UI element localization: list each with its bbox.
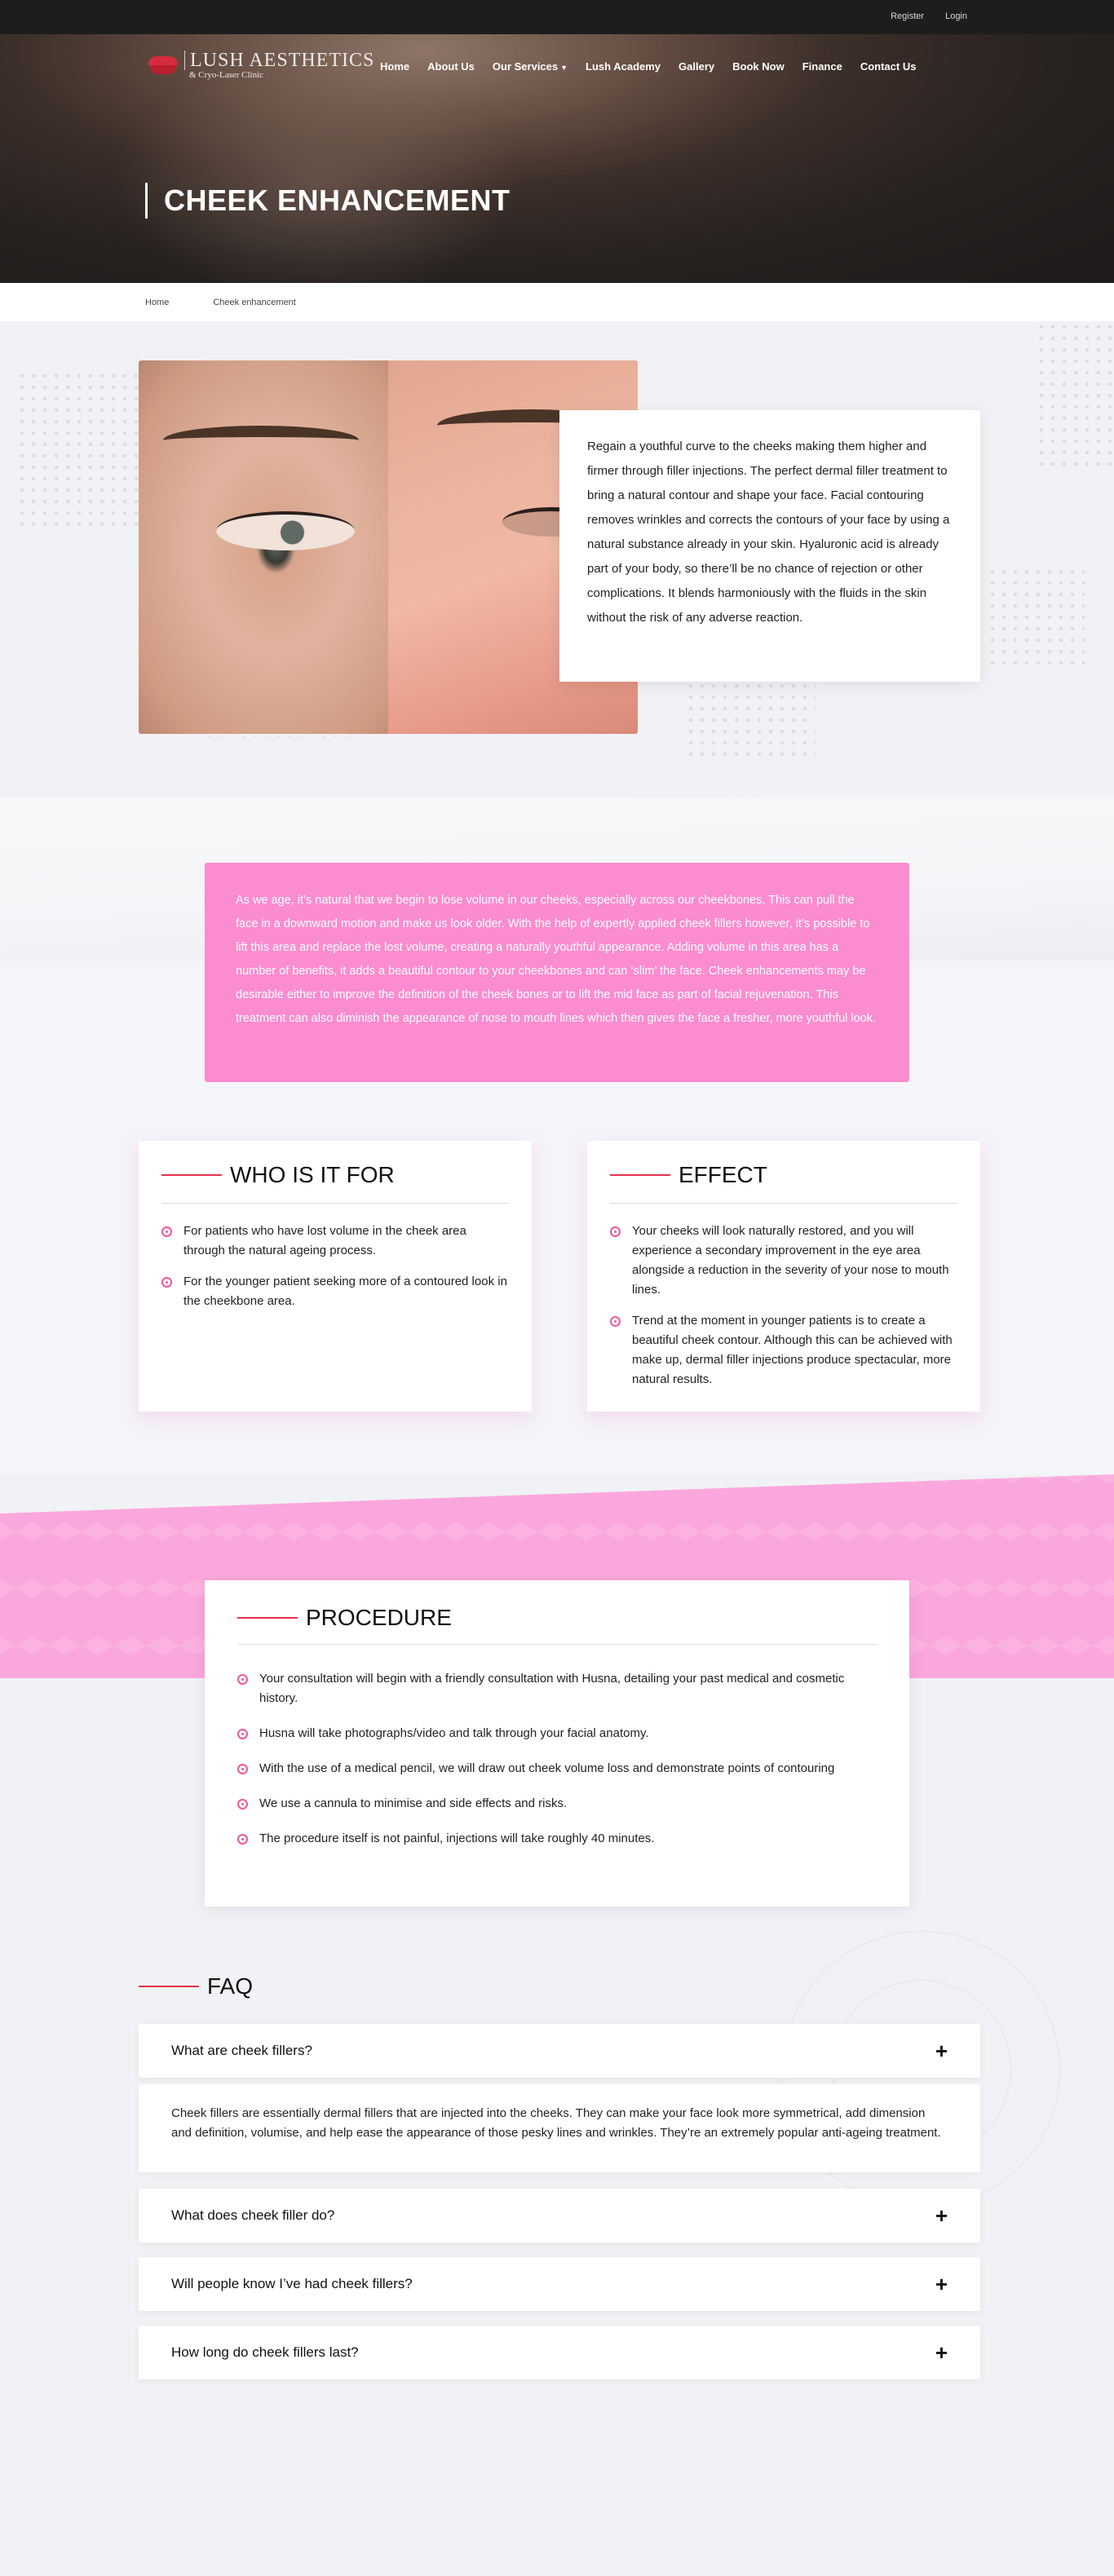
- list-item: For the younger patient seeking more of …: [161, 1272, 509, 1311]
- procedure-faq-section: PROCEDURE Your consultation will begin w…: [0, 1474, 1114, 2576]
- breadcrumb-home[interactable]: Home: [145, 298, 169, 307]
- nav-about-us[interactable]: About Us: [427, 60, 475, 73]
- nav-contact-us[interactable]: Contact Us: [860, 60, 917, 73]
- effect-list: Your cheeks will look naturally restored…: [610, 1222, 957, 1390]
- nav-lush-academy[interactable]: Lush Academy: [586, 60, 661, 73]
- plus-icon[interactable]: +: [935, 2040, 948, 2061]
- list-item: The procedure itself is not painful, inj…: [237, 1829, 877, 1849]
- plus-icon[interactable]: +: [935, 2273, 948, 2295]
- faq-answer-text: Cheek fillers are essentially dermal fil…: [171, 2106, 941, 2140]
- breadcrumb-current: Cheek enhancement: [213, 297, 296, 307]
- faq-item-what-does-cheek-filler-do[interactable]: What does cheek filler do? +: [139, 2189, 980, 2242]
- site-logo[interactable]: LUSH AESTHETICS & Cryo-Laser Clinic: [147, 51, 374, 80]
- procedure-list: Your consultation will begin with a frie…: [237, 1669, 877, 1849]
- dot-pattern-decoration: [987, 566, 1085, 672]
- nav-our-services-label: Our Services: [492, 60, 559, 73]
- info-section: As we age, it’s natural that we begin to…: [0, 798, 1114, 1474]
- logo-text: LUSH AESTHETICS & Cryo-Laser Clinic: [184, 51, 374, 80]
- intro-text-card: Regain a youthful curve to the cheeks ma…: [559, 410, 980, 682]
- faq-item-how-long-do-fillers-last[interactable]: How long do cheek fillers last? +: [139, 2326, 980, 2379]
- pink-info-text: As we age, it’s natural that we begin to…: [236, 894, 877, 1025]
- lips-logo-icon: [147, 55, 179, 76]
- divider: [161, 1203, 509, 1204]
- who-is-it-for-card: WHO IS IT FOR For patients who have lost…: [139, 1141, 532, 1412]
- dot-pattern-decoration: [16, 370, 155, 533]
- list-item: Trend at the moment in younger patients …: [610, 1311, 957, 1390]
- hero-banner: LUSH AESTHETICS & Cryo-Laser Clinic Home…: [0, 0, 1114, 283]
- divider: [237, 1644, 877, 1645]
- dot-pattern-decoration: [685, 680, 816, 762]
- who-is-it-for-heading: WHO IS IT FOR: [161, 1162, 509, 1188]
- list-item: With the use of a medical pencil, we wil…: [237, 1759, 877, 1778]
- procedure-card: PROCEDURE Your consultation will begin w…: [205, 1580, 909, 1907]
- list-item: Your consultation will begin with a frie…: [237, 1669, 877, 1708]
- list-item: Husna will take photographs/video and ta…: [237, 1724, 877, 1743]
- intro-text: Regain a youthful curve to the cheeks ma…: [587, 440, 950, 625]
- before-photo: [139, 360, 388, 734]
- faq-question: What does cheek filler do?: [171, 2207, 335, 2223]
- who-is-it-for-list: For patients who have lost volume in the…: [161, 1222, 509, 1311]
- procedure-heading: PROCEDURE: [237, 1605, 877, 1631]
- faq-answer: Cheek fillers are essentially dermal fil…: [139, 2084, 980, 2172]
- nav-our-services[interactable]: Our Services ▼: [493, 60, 568, 73]
- plus-icon[interactable]: +: [935, 2205, 948, 2226]
- nav-home[interactable]: Home: [380, 60, 409, 73]
- divider: [610, 1203, 957, 1204]
- intro-section: Regain a youthful curve to the cheeks ma…: [0, 321, 1114, 798]
- account-links: Register Login: [891, 11, 967, 21]
- faq-question: Will people know I’ve had cheek fillers?: [171, 2276, 413, 2291]
- faq-heading: FAQ: [139, 1973, 980, 1999]
- list-item: For patients who have lost volume in the…: [161, 1222, 509, 1261]
- main-nav: Home About Us Our Services ▼ Lush Academy…: [380, 60, 916, 73]
- pink-info-box: As we age, it’s natural that we begin to…: [205, 863, 909, 1082]
- faq-item-what-are-cheek-fillers[interactable]: What are cheek fillers? +: [139, 2024, 980, 2078]
- dot-pattern-decoration: [1036, 321, 1114, 468]
- faq-question: How long do cheek fillers last?: [171, 2344, 359, 2360]
- list-item: We use a cannula to minimise and side ef…: [237, 1794, 877, 1814]
- register-link[interactable]: Register: [891, 11, 924, 21]
- hero-overlay: [0, 0, 1114, 283]
- effect-heading: EFFECT: [610, 1162, 957, 1188]
- chevron-down-icon: ▼: [560, 64, 568, 72]
- logo-brand-name: LUSH AESTHETICS: [184, 51, 374, 70]
- effect-card: EFFECT Your cheeks will look naturally r…: [587, 1141, 980, 1412]
- page-title: CHEEK ENHANCEMENT: [145, 183, 511, 219]
- top-bar: Register Login: [0, 0, 1114, 34]
- faq-question: What are cheek fillers?: [171, 2043, 312, 2058]
- nav-finance[interactable]: Finance: [802, 60, 842, 73]
- nav-gallery[interactable]: Gallery: [679, 60, 714, 73]
- breadcrumb: Home Cheek enhancement: [0, 283, 1114, 321]
- nav-book-now[interactable]: Book Now: [732, 60, 785, 73]
- list-item: Your cheeks will look naturally restored…: [610, 1222, 957, 1300]
- faq-item-will-people-know[interactable]: Will people know I’ve had cheek fillers?…: [139, 2257, 980, 2311]
- logo-tagline: & Cryo-Laser Clinic: [189, 70, 264, 80]
- plus-icon[interactable]: +: [935, 2342, 948, 2363]
- login-link[interactable]: Login: [945, 11, 967, 21]
- faq-section: FAQ What are cheek fillers? + Cheek fill…: [139, 1973, 980, 2394]
